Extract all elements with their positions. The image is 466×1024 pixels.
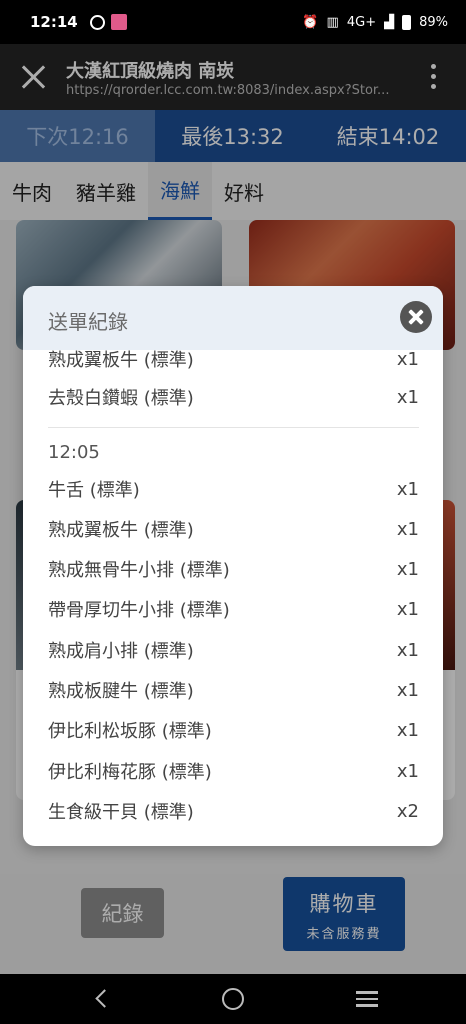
item-name: 去殼白鑽蝦 (標準) (48, 388, 194, 409)
list-item: 伊比利松坂豚 (標準) x1 (48, 715, 419, 745)
list-item: 熟成翼板牛 (標準) x1 (48, 514, 419, 544)
list-item: 熟成無骨牛小排 (標準) x1 (48, 554, 419, 584)
item-name: 生食級干貝 (標準) (48, 802, 194, 823)
home-icon[interactable] (222, 988, 244, 1010)
item-name: 熟成板腱牛 (標準) (48, 681, 194, 702)
item-qty: x1 (396, 598, 419, 620)
order-history-list[interactable]: 熟成翼板牛 (標準) x1 去殼白鑽蝦 (標準) x1 12:05 牛舌 (標準… (23, 344, 443, 846)
item-name: 熟成肩小排 (標準) (48, 641, 194, 662)
status-time: 12:14 (30, 13, 78, 31)
item-qty: x1 (396, 719, 419, 741)
order-timestamp: 12:05 (48, 442, 100, 463)
battery-icon (402, 14, 412, 30)
list-item: 熟成翼板牛 (標準) x1 (48, 344, 419, 374)
item-name: 伊比利松坂豚 (標準) (48, 721, 212, 742)
signal-icon: ▟ (384, 14, 395, 30)
order-history-dialog: 送單紀錄 熟成翼板牛 (標準) x1 去殼白鑽蝦 (標準) x1 12:05 牛… (23, 286, 443, 846)
status-bar: 12:14 ⏰ ▥ 4G+ ▟ 89% (0, 0, 466, 44)
dialog-title: 送單紀錄 (48, 310, 128, 334)
system-navigation-bar (0, 974, 466, 1024)
list-item: 去殼白鑽蝦 (標準) x1 (48, 382, 419, 412)
list-item: 牛舌 (標準) x1 (48, 474, 419, 504)
item-name: 伊比利梅花豚 (標準) (48, 762, 212, 783)
recents-icon[interactable] (356, 991, 378, 1007)
item-qty: x1 (396, 558, 419, 580)
item-name: 熟成翼板牛 (標準) (48, 350, 194, 371)
item-qty: x1 (396, 679, 419, 701)
item-name: 熟成翼板牛 (標準) (48, 520, 194, 541)
item-qty: x1 (396, 348, 419, 370)
item-qty: x1 (396, 760, 419, 782)
item-qty: x1 (396, 478, 419, 500)
item-qty: x2 (396, 800, 419, 822)
list-item: 熟成板腱牛 (標準) x1 (48, 675, 419, 705)
alarm-icon: ⏰ (302, 14, 319, 30)
list-item: 伊比利梅花豚 (標準) x1 (48, 756, 419, 786)
item-qty: x1 (396, 386, 419, 408)
dialog-header: 送單紀錄 (23, 286, 443, 350)
dialog-close-icon[interactable] (400, 301, 432, 333)
back-icon[interactable] (92, 989, 112, 1009)
network-type: 4G+ (346, 14, 377, 30)
qq-app-icon (89, 14, 105, 30)
divider (48, 427, 419, 428)
notification-app-icon (110, 14, 127, 30)
list-item: 帶骨厚切牛小排 (標準) x1 (48, 594, 419, 624)
item-name: 牛舌 (標準) (48, 480, 140, 501)
list-item: 熟成肩小排 (標準) x1 (48, 635, 419, 665)
item-qty: x1 (396, 639, 419, 661)
list-item: 生食級干貝 (標準) x2 (48, 796, 419, 826)
item-name: 熟成無骨牛小排 (標準) (48, 560, 230, 581)
battery-percent: 89% (419, 14, 448, 30)
item-name: 帶骨厚切牛小排 (標準) (48, 600, 230, 621)
vibrate-icon: ▥ (326, 14, 339, 30)
item-qty: x1 (396, 518, 419, 540)
